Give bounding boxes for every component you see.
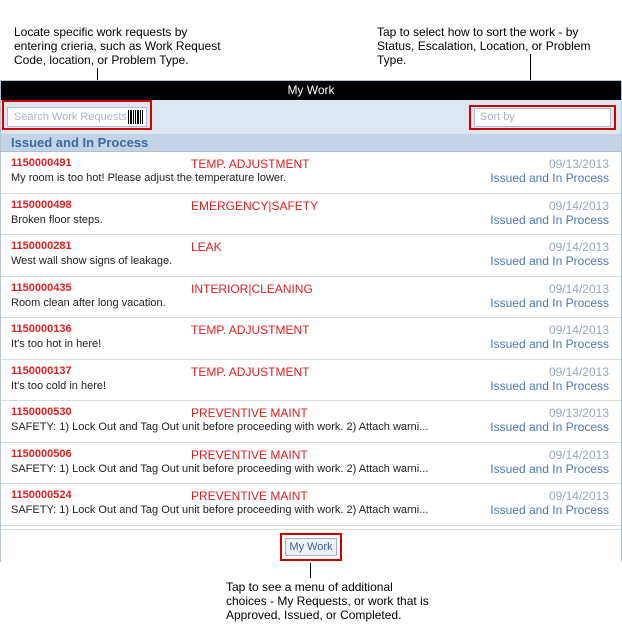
work-request-description: My room is too hot! Please adjust the te…: [11, 172, 287, 184]
work-request-status: Issued and In Process: [490, 503, 609, 517]
work-request-description: SAFETY: 1) Lock Out and Tag Out unit bef…: [11, 421, 429, 433]
work-request-date: 09/13/2013: [548, 406, 609, 420]
work-request-description: Room clean after long vacation.: [11, 296, 166, 309]
work-request-code: 1150000530: [11, 406, 72, 418]
work-request-date: 09/14/2013: [548, 198, 609, 213]
work-request-date: 09/14/2013: [548, 281, 609, 296]
work-request-status: Issued and In Process: [490, 171, 609, 185]
work-request-type: TEMP. ADJUSTMENT: [191, 157, 310, 171]
work-request-code: 1150000435: [11, 281, 72, 294]
work-request-date: 09/14/2013: [548, 489, 609, 503]
work-request-row[interactable]: 1150000506 PREVENTIVE MAINT 09/14/2013 SAFE…: [1, 443, 621, 484]
work-request-list: 1150000491 TEMP. ADJUSTMENT 09/13/2013 My r…: [1, 152, 621, 526]
work-request-status: Issued and In Process: [490, 254, 609, 268]
work-request-code: 1150000498: [11, 198, 72, 211]
work-request-date: 09/14/2013: [548, 364, 609, 379]
work-request-row[interactable]: 1150000530 PREVENTIVE MAINT 09/13/2013 SAFE…: [1, 401, 621, 443]
work-request-type: LEAK: [191, 240, 222, 254]
work-request-date: 09/13/2013: [548, 157, 609, 171]
work-request-description: Broken floor steps.: [11, 213, 103, 226]
toolbar: Sort by: [1, 100, 621, 134]
work-request-type: EMERGENCY|SAFETY: [191, 198, 319, 213]
search-highlight: [2, 100, 152, 130]
work-request-row[interactable]: 1150000524 PREVENTIVE MAINT 09/14/2013 SAFE…: [1, 484, 621, 526]
work-request-status: Issued and In Process: [490, 461, 609, 476]
work-request-description: SAFETY: 1) Lock Out and Tag Out unit bef…: [11, 462, 429, 475]
work-request-row[interactable]: 1150000136 TEMP. ADJUSTMENT 09/14/2013 It's…: [1, 318, 621, 360]
work-request-type: TEMP. ADJUSTMENT: [191, 323, 310, 337]
work-request-code: 1150000524: [11, 489, 72, 501]
work-request-description: It's too cold in here!: [11, 379, 107, 392]
my-work-highlight: [280, 533, 342, 561]
sort-callout: Tap to select how to sort the work - by …: [377, 25, 591, 67]
section-header: Issued and In Process: [1, 134, 621, 152]
work-request-status: Issued and In Process: [490, 337, 609, 351]
work-request-date: 09/14/2013: [548, 447, 609, 462]
work-request-status: Issued and In Process: [490, 420, 609, 434]
work-request-row[interactable]: 1150000498 EMERGENCY|SAFETY 09/14/2013 Brok…: [1, 194, 621, 235]
work-request-status: Issued and In Process: [490, 295, 609, 310]
page-title: My Work: [1, 81, 621, 100]
work-request-date: 09/14/2013: [548, 323, 609, 337]
work-request-row[interactable]: 1150000281 LEAK 09/14/2013 West wall show s…: [1, 235, 621, 277]
work-request-row[interactable]: 1150000137 TEMP. ADJUSTMENT 09/14/2013 It's…: [1, 360, 621, 401]
work-request-code: 1150000281: [11, 240, 72, 252]
work-request-code: 1150000491: [11, 157, 72, 169]
work-request-type: INTERIOR|CLEANING: [191, 281, 313, 296]
work-request-row[interactable]: 1150000491 TEMP. ADJUSTMENT 09/13/2013 My r…: [1, 152, 621, 194]
work-request-type: PREVENTIVE MAINT: [191, 447, 308, 462]
work-request-description: West wall show signs of leakage.: [11, 255, 173, 267]
work-request-row[interactable]: 1150000435 INTERIOR|CLEANING 09/14/2013 Roo…: [1, 277, 621, 318]
work-request-code: 1150000136: [11, 323, 72, 335]
work-request-description: SAFETY: 1) Lock Out and Tag Out unit bef…: [11, 504, 429, 516]
work-request-description: It's too hot in here!: [11, 338, 102, 350]
work-request-code: 1150000137: [11, 364, 72, 377]
search-callout: Locate specific work requests by enterin…: [14, 25, 221, 67]
work-request-type: TEMP. ADJUSTMENT: [191, 364, 310, 379]
sort-highlight: [469, 105, 616, 130]
work-request-code: 1150000506: [11, 447, 72, 460]
menu-callout: Tap to see a menu of additional choices …: [226, 580, 429, 622]
work-request-type: PREVENTIVE MAINT: [191, 489, 308, 503]
work-request-status: Issued and In Process: [490, 212, 609, 227]
app-window: My Work Sort by Issued and In Process 11…: [0, 80, 622, 563]
work-request-type: PREVENTIVE MAINT: [191, 406, 308, 420]
work-request-date: 09/14/2013: [548, 240, 609, 254]
work-request-status: Issued and In Process: [490, 378, 609, 393]
